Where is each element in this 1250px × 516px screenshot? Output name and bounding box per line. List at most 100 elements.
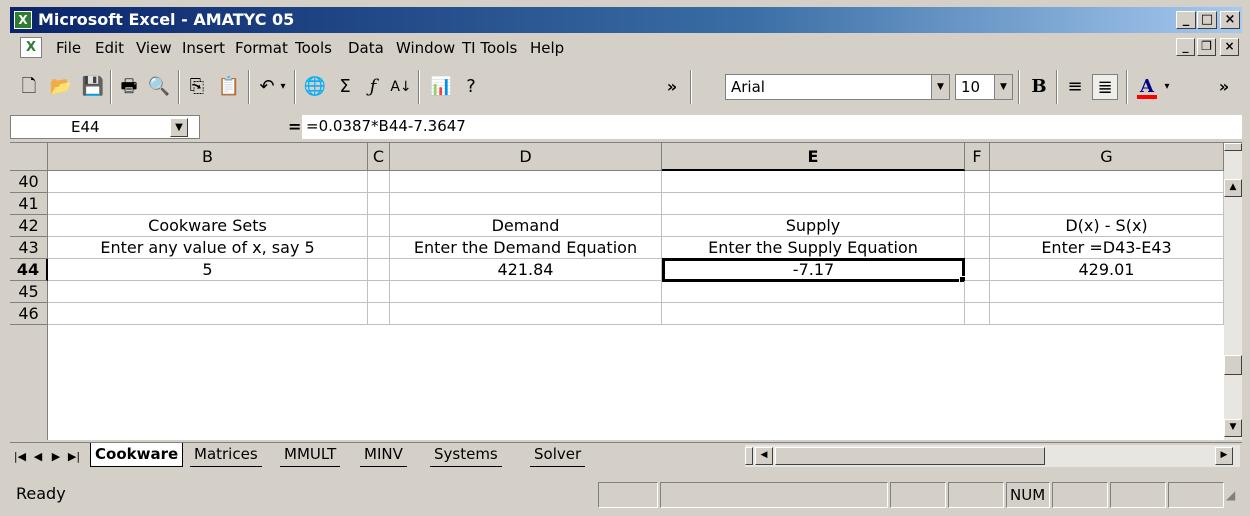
- cell-c42[interactable]: [368, 215, 390, 237]
- cell-d43[interactable]: Enter the Demand Equation: [390, 237, 662, 259]
- cell-g45[interactable]: [990, 281, 1224, 303]
- font-color-icon[interactable]: A: [1134, 74, 1160, 100]
- cell-e41[interactable]: [662, 193, 965, 215]
- row-header-41[interactable]: 41: [10, 193, 48, 215]
- cell-b43[interactable]: Enter any value of x, say 5: [48, 237, 368, 259]
- cell-g46[interactable]: [990, 303, 1224, 325]
- font-name-select[interactable]: Arial ▼: [725, 74, 950, 100]
- chevron-down-icon[interactable]: ▼: [994, 75, 1012, 99]
- cell-e42[interactable]: Supply: [662, 215, 965, 237]
- menu-file[interactable]: File: [56, 39, 81, 57]
- workbook-close-button[interactable]: ×: [1220, 38, 1239, 56]
- workbook-minimize-button[interactable]: _: [1176, 38, 1195, 56]
- cell-c40[interactable]: [368, 171, 390, 193]
- sheet-tab-systems[interactable]: Systems: [430, 443, 502, 467]
- excel-app-icon[interactable]: X: [14, 11, 32, 29]
- cell-f43[interactable]: [965, 237, 990, 259]
- function-icon[interactable]: ƒ: [360, 74, 386, 100]
- row-header-46[interactable]: 46: [10, 303, 48, 325]
- copy-icon[interactable]: ⎘: [184, 74, 210, 100]
- next-sheet-icon[interactable]: ▶: [48, 447, 64, 467]
- horizontal-scroll-thumb[interactable]: [775, 447, 1045, 465]
- workbook-icon[interactable]: X: [20, 37, 42, 58]
- menu-help[interactable]: Help: [530, 39, 564, 57]
- chevron-down-icon[interactable]: ▼: [931, 75, 949, 99]
- cell-g41[interactable]: [990, 193, 1224, 215]
- cell-f45[interactable]: [965, 281, 990, 303]
- bold-button[interactable]: B: [1026, 74, 1052, 100]
- web-icon[interactable]: 🌐: [302, 74, 328, 100]
- cell-f46[interactable]: [965, 303, 990, 325]
- row-header-45[interactable]: 45: [10, 281, 48, 303]
- vertical-scrollbar[interactable]: ▲ ▼: [1224, 143, 1242, 440]
- open-icon[interactable]: 📂: [48, 74, 74, 100]
- scroll-right-icon[interactable]: ▶: [1215, 447, 1233, 465]
- row-header-44[interactable]: 44: [10, 259, 48, 281]
- center-icon[interactable]: ≣: [1092, 74, 1118, 100]
- chart-wizard-icon[interactable]: 📊: [428, 74, 454, 100]
- new-icon[interactable]: 🗋: [16, 74, 42, 100]
- undo-dropdown-icon[interactable]: ▾: [276, 74, 290, 100]
- cell-d46[interactable]: [390, 303, 662, 325]
- cell-b45[interactable]: [48, 281, 368, 303]
- font-size-select[interactable]: 10 ▼: [955, 74, 1013, 100]
- cell-e44-active[interactable]: -7.17: [662, 258, 965, 282]
- align-left-icon[interactable]: ≡: [1062, 74, 1088, 100]
- cell-d45[interactable]: [390, 281, 662, 303]
- cell-d40[interactable]: [390, 171, 662, 193]
- sheet-tab-cookware[interactable]: Cookware: [90, 443, 184, 467]
- print-preview-icon[interactable]: 🔍: [146, 74, 172, 100]
- column-header-e[interactable]: E: [662, 143, 965, 171]
- cell-g44[interactable]: 429.01: [990, 259, 1224, 281]
- formula-input[interactable]: =0.0387*B44-7.3647: [302, 115, 1242, 139]
- menu-window[interactable]: Window: [396, 39, 455, 57]
- name-box-dropdown-icon[interactable]: ▼: [170, 118, 188, 137]
- cell-b41[interactable]: [48, 193, 368, 215]
- paste-icon[interactable]: 📋: [216, 74, 242, 100]
- cell-f41[interactable]: [965, 193, 990, 215]
- save-icon[interactable]: 💾: [80, 74, 106, 100]
- more-buttons-left-icon[interactable]: »: [662, 74, 682, 100]
- scroll-down-icon[interactable]: ▼: [1224, 419, 1242, 437]
- autosum-icon[interactable]: Σ: [332, 74, 358, 100]
- font-color-dropdown-icon[interactable]: ▾: [1160, 74, 1174, 100]
- menu-view[interactable]: View: [136, 39, 172, 57]
- menu-insert[interactable]: Insert: [182, 39, 225, 57]
- cell-c46[interactable]: [368, 303, 390, 325]
- cell-g42[interactable]: D(x) - S(x): [990, 215, 1224, 237]
- cell-c45[interactable]: [368, 281, 390, 303]
- sheet-tab-solver[interactable]: Solver: [530, 443, 586, 467]
- row-header-40[interactable]: 40: [10, 171, 48, 193]
- menu-ti-tools[interactable]: TI Tools: [462, 39, 517, 57]
- split-box[interactable]: [1224, 143, 1242, 151]
- minimize-button[interactable]: _: [1176, 11, 1196, 29]
- cell-e46[interactable]: [662, 303, 965, 325]
- select-all-corner[interactable]: [10, 143, 48, 171]
- workbook-restore-button[interactable]: ❐: [1197, 38, 1216, 56]
- menu-format[interactable]: Format: [235, 39, 288, 57]
- last-sheet-icon[interactable]: ▶|: [66, 447, 82, 467]
- more-buttons-right-icon[interactable]: »: [1214, 74, 1234, 100]
- menu-edit[interactable]: Edit: [95, 39, 124, 57]
- menu-tools[interactable]: Tools: [295, 39, 332, 57]
- cell-c41[interactable]: [368, 193, 390, 215]
- help-icon[interactable]: ?: [458, 74, 484, 100]
- cell-f44[interactable]: [965, 259, 990, 281]
- maximize-button[interactable]: □: [1197, 11, 1217, 29]
- first-sheet-icon[interactable]: |◀: [12, 447, 28, 467]
- cell-d41[interactable]: [390, 193, 662, 215]
- tab-split-box[interactable]: [745, 447, 753, 465]
- cell-c44[interactable]: [368, 259, 390, 281]
- print-icon[interactable]: 🖶: [116, 74, 142, 100]
- cell-f42[interactable]: [965, 215, 990, 237]
- sheet-tab-minv[interactable]: MINV: [360, 443, 407, 467]
- sort-ascending-icon[interactable]: A↓: [388, 74, 414, 100]
- menu-data[interactable]: Data: [348, 39, 384, 57]
- cell-c43[interactable]: [368, 237, 390, 259]
- cell-g43[interactable]: Enter =D43-E43: [990, 237, 1224, 259]
- close-button[interactable]: ×: [1220, 11, 1240, 29]
- column-header-c[interactable]: C: [368, 143, 390, 171]
- cell-b46[interactable]: [48, 303, 368, 325]
- cell-b40[interactable]: [48, 171, 368, 193]
- cell-e45[interactable]: [662, 281, 965, 303]
